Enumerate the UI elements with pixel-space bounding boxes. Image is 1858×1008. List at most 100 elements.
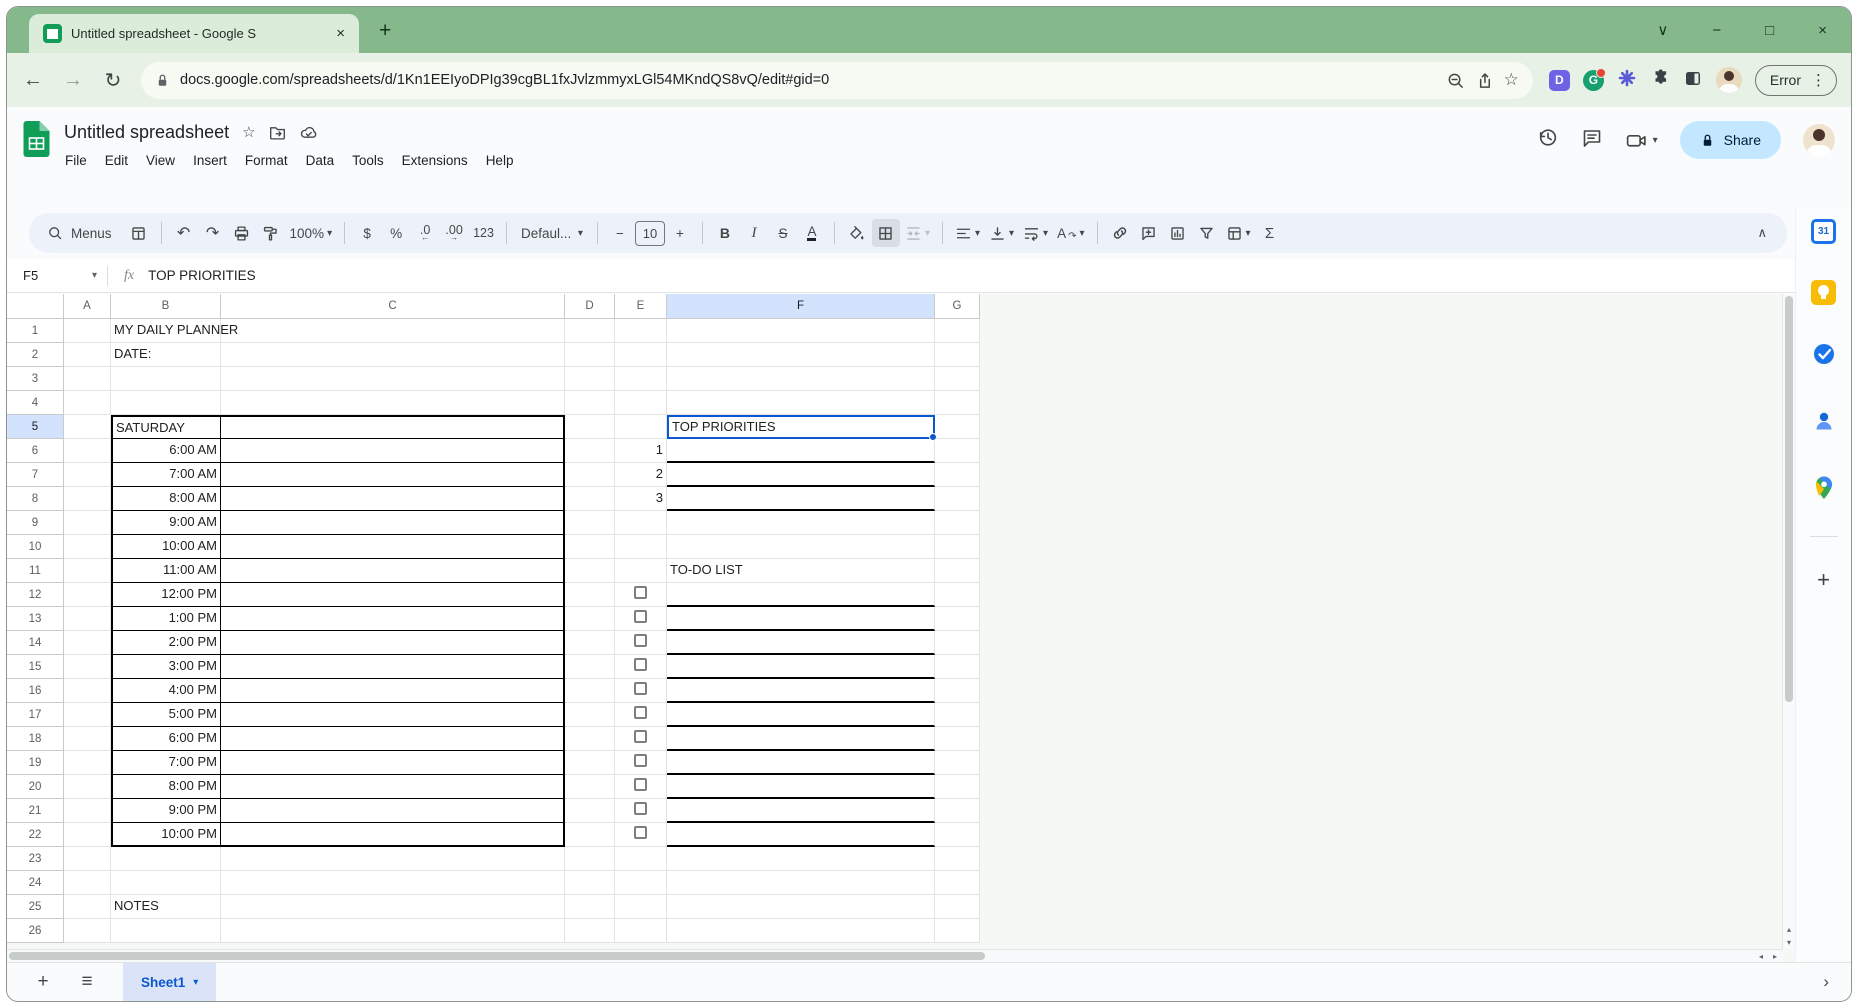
col-header-C[interactable]: C bbox=[221, 294, 565, 319]
horizontal-scrollbar[interactable]: ◂ ▸ bbox=[7, 949, 1782, 962]
cell-C15[interactable] bbox=[221, 655, 565, 679]
checkbox-E16[interactable] bbox=[634, 682, 647, 695]
cell-F10[interactable] bbox=[667, 535, 935, 559]
checkbox-E17[interactable] bbox=[634, 706, 647, 719]
maps-icon[interactable] bbox=[1812, 475, 1836, 506]
cell-F21[interactable] bbox=[667, 799, 935, 823]
cell-G9[interactable] bbox=[935, 511, 980, 535]
cell-F18[interactable] bbox=[667, 727, 935, 751]
menu-tools[interactable]: Tools bbox=[343, 149, 393, 172]
name-box[interactable]: F5 ▾ bbox=[7, 268, 107, 283]
sheet-tab-menu-icon[interactable]: ▾ bbox=[193, 977, 198, 988]
format-percent-button[interactable]: % bbox=[382, 219, 410, 247]
cell-E24[interactable] bbox=[615, 871, 667, 895]
cell-G15[interactable] bbox=[935, 655, 980, 679]
cell-C10[interactable] bbox=[221, 535, 565, 559]
col-header-F[interactable]: F bbox=[667, 294, 935, 319]
cell-D18[interactable] bbox=[565, 727, 615, 751]
cell-G7[interactable] bbox=[935, 463, 980, 487]
cell-F13[interactable] bbox=[667, 607, 935, 631]
cell-D6[interactable] bbox=[565, 439, 615, 463]
cell-A4[interactable] bbox=[64, 391, 111, 415]
cell-F26[interactable] bbox=[667, 919, 935, 943]
decrease-decimals-button[interactable]: .0← bbox=[411, 219, 439, 247]
window-chevron-icon[interactable]: ∨ bbox=[1657, 21, 1668, 39]
undo-button[interactable]: ↶ bbox=[170, 219, 198, 247]
checkbox-E21[interactable] bbox=[634, 802, 647, 815]
keep-icon[interactable] bbox=[1811, 280, 1836, 305]
text-rotation-button[interactable]: A↷ ▾ bbox=[1053, 219, 1088, 247]
cell-C12[interactable] bbox=[221, 583, 565, 607]
row-header-8[interactable]: 8 bbox=[7, 487, 64, 511]
cell-A18[interactable] bbox=[64, 727, 111, 751]
cell-F6[interactable] bbox=[667, 439, 935, 463]
cell-A19[interactable] bbox=[64, 751, 111, 775]
cell-G21[interactable] bbox=[935, 799, 980, 823]
cell-C26[interactable] bbox=[221, 919, 565, 943]
font-select[interactable]: Defaul... ▾ bbox=[515, 219, 589, 247]
cell-B7[interactable]: 7:00 AM bbox=[111, 463, 221, 487]
cell-D11[interactable] bbox=[565, 559, 615, 583]
row-header-6[interactable]: 6 bbox=[7, 439, 64, 463]
row-header-15[interactable]: 15 bbox=[7, 655, 64, 679]
zoom-select[interactable]: 100% ▾ bbox=[286, 219, 337, 247]
cell-F16[interactable] bbox=[667, 679, 935, 703]
cell-F15[interactable] bbox=[667, 655, 935, 679]
menu-data[interactable]: Data bbox=[297, 149, 344, 172]
dashlane-extension-icon[interactable]: D bbox=[1549, 70, 1570, 91]
row-header-2[interactable]: 2 bbox=[7, 343, 64, 367]
sheet-tab-active[interactable]: Sheet1 ▾ bbox=[123, 963, 216, 1002]
cell-A2[interactable] bbox=[64, 343, 111, 367]
cell-A9[interactable] bbox=[64, 511, 111, 535]
cell-C25[interactable] bbox=[221, 895, 565, 919]
get-addons-button[interactable]: + bbox=[1817, 567, 1830, 593]
cell-G10[interactable] bbox=[935, 535, 980, 559]
vertical-scrollbar[interactable]: ▴ ▾ bbox=[1782, 294, 1795, 949]
cell-F23[interactable] bbox=[667, 847, 935, 871]
cell-A1[interactable] bbox=[64, 319, 111, 343]
cell-D7[interactable] bbox=[565, 463, 615, 487]
cell-F2[interactable] bbox=[667, 343, 935, 367]
row-header-12[interactable]: 12 bbox=[7, 583, 64, 607]
row-header-3[interactable]: 3 bbox=[7, 367, 64, 391]
cell-G18[interactable] bbox=[935, 727, 980, 751]
menu-view[interactable]: View bbox=[137, 149, 184, 172]
cell-A12[interactable] bbox=[64, 583, 111, 607]
cell-D23[interactable] bbox=[565, 847, 615, 871]
cell-G16[interactable] bbox=[935, 679, 980, 703]
cell-D8[interactable] bbox=[565, 487, 615, 511]
row-header-14[interactable]: 14 bbox=[7, 631, 64, 655]
cell-D9[interactable] bbox=[565, 511, 615, 535]
font-size-input[interactable]: 10 bbox=[635, 221, 665, 246]
cell-D4[interactable] bbox=[565, 391, 615, 415]
vertical-scrollbar-thumb[interactable] bbox=[1785, 296, 1793, 702]
version-history-icon[interactable] bbox=[1536, 126, 1559, 154]
vertical-align-button[interactable]: ▾ bbox=[985, 219, 1018, 247]
cell-F19[interactable] bbox=[667, 751, 935, 775]
insert-comment-button[interactable] bbox=[1135, 219, 1163, 247]
checkbox-E18[interactable] bbox=[634, 730, 647, 743]
cell-D2[interactable] bbox=[565, 343, 615, 367]
row-header-10[interactable]: 10 bbox=[7, 535, 64, 559]
cell-B1[interactable]: MY DAILY PLANNER bbox=[111, 319, 221, 343]
cell-F8[interactable] bbox=[667, 487, 935, 511]
cell-D12[interactable] bbox=[565, 583, 615, 607]
hide-toolbar-button[interactable]: ∧ bbox=[1757, 225, 1777, 241]
cell-A7[interactable] bbox=[64, 463, 111, 487]
cell-B21[interactable]: 9:00 PM bbox=[111, 799, 221, 823]
row-header-26[interactable]: 26 bbox=[7, 919, 64, 943]
cell-E22[interactable] bbox=[615, 823, 667, 847]
cell-B9[interactable]: 9:00 AM bbox=[111, 511, 221, 535]
cell-A22[interactable] bbox=[64, 823, 111, 847]
cell-B11[interactable]: 11:00 AM bbox=[111, 559, 221, 583]
reload-button[interactable]: ↻ bbox=[101, 68, 125, 93]
table-functions-button[interactable]: ▾ bbox=[1222, 219, 1255, 247]
back-button[interactable]: ← bbox=[21, 69, 45, 92]
cell-F1[interactable] bbox=[667, 319, 935, 343]
col-header-G[interactable]: G bbox=[935, 294, 980, 319]
new-tab-button[interactable]: + bbox=[379, 19, 391, 43]
borders-button[interactable] bbox=[872, 219, 900, 247]
bookmark-star-icon[interactable]: ☆ bbox=[1504, 70, 1519, 90]
cell-A8[interactable] bbox=[64, 487, 111, 511]
functions-button[interactable]: Σ bbox=[1256, 219, 1284, 247]
